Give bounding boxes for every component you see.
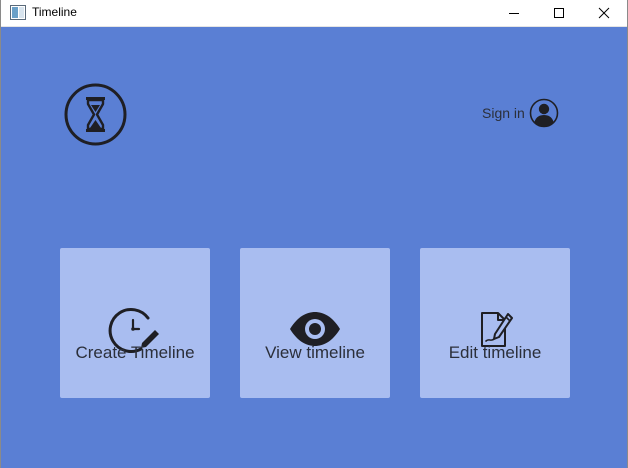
minimize-icon — [508, 13, 519, 14]
app-window-icon — [10, 5, 26, 20]
user-avatar-icon — [529, 98, 559, 128]
maximize-icon — [553, 8, 564, 18]
sign-in-label: Sign in — [482, 105, 525, 121]
main-panel: Sign in Create Timeline View timeline Ed… — [1, 27, 627, 468]
edit-timeline-label: Edit timeline — [448, 343, 542, 362]
app-window: Timeline Sign in Create Timeline View ti… — [0, 0, 628, 468]
window-title: Timeline — [32, 5, 77, 19]
view-timeline-card[interactable]: View timeline — [240, 248, 390, 398]
edit-timeline-card[interactable]: Edit timeline — [420, 248, 570, 398]
hourglass-icon — [64, 83, 127, 146]
create-timeline-card[interactable]: Create Timeline — [60, 248, 210, 398]
minimize-button[interactable] — [491, 0, 536, 26]
close-icon — [598, 7, 609, 19]
maximize-button[interactable] — [536, 0, 581, 26]
sign-in-button[interactable]: Sign in — [482, 98, 559, 128]
title-bar[interactable]: Timeline — [1, 0, 627, 27]
view-timeline-label: View timeline — [265, 343, 365, 362]
close-button[interactable] — [581, 0, 626, 26]
create-timeline-label: Create Timeline — [75, 343, 195, 362]
